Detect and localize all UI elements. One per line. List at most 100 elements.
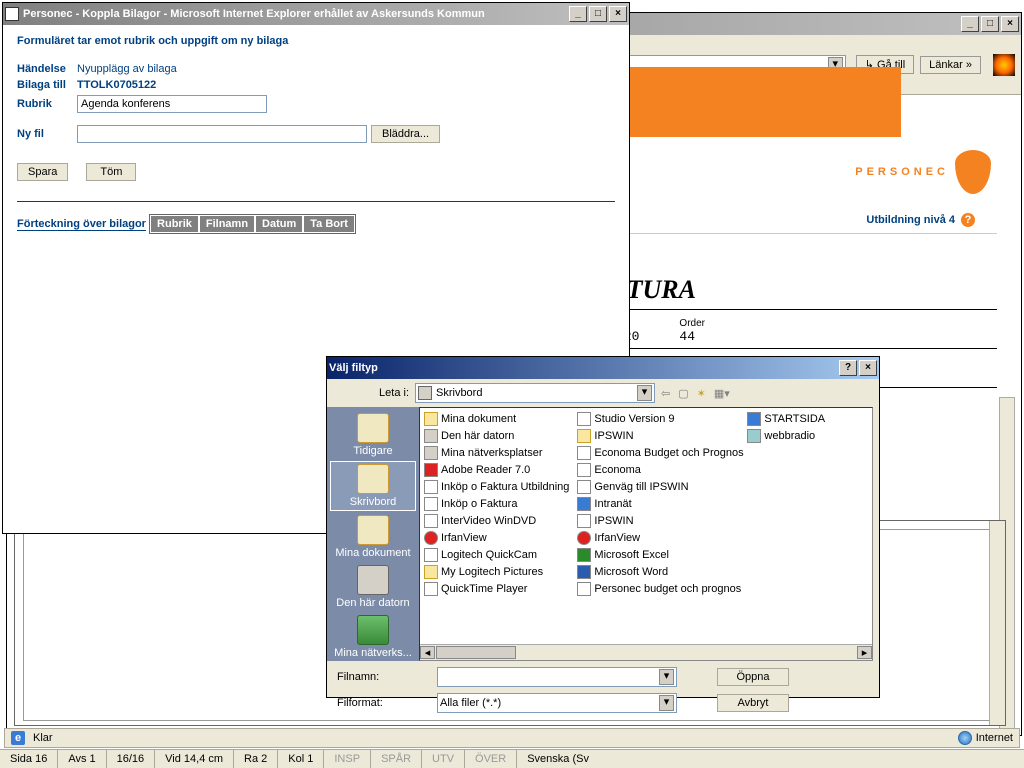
places-desktop[interactable]: Skrivbord [330,461,416,511]
file-item[interactable]: Microsoft Word [577,563,739,580]
minimize-button[interactable]: _ [569,6,587,22]
form-header: Formuläret tar emot rubrik och uppgift o… [17,35,615,47]
file-item[interactable]: Mina nätverksplatser [424,444,569,461]
file-item[interactable]: Inköp o Faktura [424,495,569,512]
file-icon [577,548,591,562]
file-item[interactable]: Studio Version 9 [577,410,739,427]
file-icon [424,446,438,460]
file-item[interactable]: Microsoft Excel [577,546,739,563]
file-icon [424,565,438,579]
shield-icon [955,150,991,194]
look-in-label: Leta i: [335,387,409,399]
up-icon[interactable]: ▢ [678,387,688,400]
file-item[interactable]: InterVideo WinDVD [424,512,569,529]
cancel-button[interactable]: Avbryt [717,694,789,712]
doc-vscroll[interactable] [989,521,1005,725]
places-mycomputer[interactable]: Den här datorn [330,563,416,611]
window-title: Personec - Koppla Bilagor - Microsoft In… [23,8,569,20]
file-item[interactable]: Economa [577,461,739,478]
file-icon [424,548,438,562]
file-list[interactable]: Mina dokumentDen här datornMina nätverks… [419,407,873,661]
file-item[interactable]: Genväg till IPSWIN [577,478,739,495]
places-history[interactable]: Tidigare [330,411,416,459]
filetype-label: Filformat: [337,697,417,709]
file-item[interactable]: webbradio [747,427,868,444]
links-button[interactable]: Länkar » [920,56,981,74]
file-icon [747,412,761,426]
maximize-button[interactable]: □ [981,16,999,32]
view-menu-icon[interactable]: ▦▾ [714,387,730,400]
file-icon [424,497,438,511]
file-item[interactable]: Den här datorn [424,427,569,444]
globe-icon [958,731,972,745]
help-icon[interactable]: ? [961,213,975,227]
places-network[interactable]: Mina nätverks... [330,613,416,661]
folder-icon [357,515,389,545]
file-icon [577,463,591,477]
new-folder-icon[interactable]: ✶ [697,387,706,400]
file-item[interactable]: Logitech QuickCam [424,546,569,563]
back-icon[interactable]: ⇦ [661,387,670,400]
browse-button[interactable]: Bläddra... [371,125,440,143]
places-bar: Tidigare Skrivbord Mina dokument Den här… [327,407,419,661]
file-item[interactable]: Intranät [577,495,739,512]
file-icon [577,429,591,443]
file-icon [424,412,438,426]
file-icon [577,531,591,545]
file-item[interactable]: Inköp o Faktura Utbildning [424,478,569,495]
close-button[interactable]: × [859,360,877,376]
ie-icon: e [11,731,25,745]
help-button[interactable]: ? [839,360,857,376]
bilaga-value: TTOLK0705122 [77,79,156,91]
personec-logo: PERSONEC [855,150,991,194]
desktop-icon [418,386,432,400]
file-item[interactable]: IPSWIN [577,427,739,444]
file-icon [424,463,438,477]
file-item[interactable]: QuickTime Player [424,580,569,597]
places-mydocs[interactable]: Mina dokument [330,513,416,561]
file-item[interactable]: Economa Budget och Prognos [577,444,739,461]
file-item[interactable]: IrfanView [577,529,739,546]
zone-text: Internet [976,732,1013,744]
file-item[interactable]: STARTSIDA [747,410,868,427]
history-icon [357,413,389,443]
file-icon [424,514,438,528]
front-titlebar[interactable]: Personec - Koppla Bilagor - Microsoft In… [3,3,629,25]
look-in-combo[interactable]: Skrivbord ▾ [415,383,655,403]
file-icon [577,514,591,528]
file-open-dialog: Välj filtyp ? × Leta i: Skrivbord ▾ ⇦ ▢ … [326,356,880,698]
network-icon [357,615,389,645]
dialog-titlebar[interactable]: Välj filtyp ? × [327,357,879,379]
desktop-icon [357,464,389,494]
filename-input[interactable]: ▾ [437,667,677,687]
file-item[interactable]: Mina dokument [424,410,569,427]
hscrollbar[interactable]: ◂▸ [420,644,872,660]
close-button[interactable]: × [1001,16,1019,32]
close-button[interactable]: × [609,6,627,22]
filename-label: Filnamn: [337,671,417,683]
filetype-combo[interactable]: Alla filer (*.*)▾ [437,693,677,713]
file-item[interactable]: Personec budget och prognos [577,580,739,597]
nyfil-input[interactable] [77,125,367,143]
save-button[interactable]: Spara [17,163,68,181]
clear-button[interactable]: Töm [86,163,136,181]
rubrik-input[interactable] [77,95,267,113]
chevron-down-icon[interactable]: ▾ [637,385,652,401]
ie-throbber-icon [993,54,1015,76]
maximize-button[interactable]: □ [589,6,607,22]
file-icon [747,429,761,443]
file-item[interactable]: IPSWIN [577,512,739,529]
file-icon [577,412,591,426]
file-item[interactable]: Adobe Reader 7.0 [424,461,569,478]
handelse-value: Nyupplägg av bilaga [77,63,177,75]
file-item[interactable]: My Logitech Pictures [424,563,569,580]
file-item[interactable]: IrfanView [424,529,569,546]
open-button[interactable]: Öppna [717,668,789,686]
ie-icon [5,7,19,21]
attachments-header: Förteckning över bilagor [17,218,146,231]
file-icon [424,480,438,494]
minimize-button[interactable]: _ [961,16,979,32]
file-icon [577,480,591,494]
file-icon [577,497,591,511]
file-icon [577,565,591,579]
